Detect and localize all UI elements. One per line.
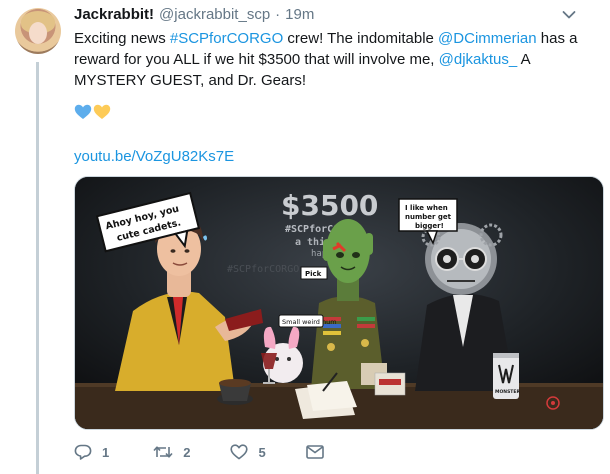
svg-text:I like when: I like when	[405, 204, 448, 212]
media-tag-faint: #SCPforCORGO	[227, 264, 299, 275]
blue-heart-icon	[74, 104, 92, 119]
direct-message-button[interactable]	[305, 445, 334, 459]
media-image[interactable]: $3500 #SCPforCORGO a thing will happen #…	[74, 176, 604, 430]
reply-button[interactable]: 1	[74, 444, 109, 460]
mention-link-dcimmerian[interactable]: @DCimmerian	[438, 30, 537, 47]
avatar[interactable]	[15, 8, 61, 54]
svg-text:number get: number get	[405, 213, 452, 221]
pick-label: Pick	[305, 270, 322, 278]
media-headline: $3500	[281, 189, 378, 222]
display-name[interactable]: Jackrabbit!	[74, 6, 154, 23]
heart-icon	[230, 444, 249, 460]
youtube-link[interactable]: youtu.be/VoZgU82Ks7E	[74, 148, 234, 165]
separator-dot: ·	[275, 6, 281, 23]
avatar-face	[29, 22, 47, 44]
yellow-heart-icon	[93, 104, 111, 119]
retweet-button[interactable]: 2	[153, 444, 190, 460]
teacup	[217, 379, 253, 405]
tweet-text-part: Exciting news	[74, 30, 170, 47]
tweet-header: Jackrabbit! @jackrabbit_scp · 19m	[74, 6, 314, 26]
timestamp[interactable]: 19m	[285, 6, 314, 23]
emoji-row	[74, 104, 111, 120]
retweet-icon	[153, 446, 173, 458]
energy-drink-can: MONSTER	[493, 353, 520, 399]
retweet-count: 2	[183, 444, 191, 460]
envelope-icon	[305, 445, 324, 459]
user-handle[interactable]: @jackrabbit_scp	[159, 6, 270, 23]
reply-icon	[74, 444, 92, 460]
hashtag-link[interactable]: #SCPforCORGO	[170, 30, 283, 47]
mention-link-djkaktus[interactable]: @djkaktus_	[439, 51, 518, 68]
speech-bubble-pick: Pick	[300, 266, 328, 280]
tweet-text: Exciting news #SCPforCORGO crew! The ind…	[74, 28, 594, 91]
like-count: 5	[258, 444, 266, 460]
reply-count: 1	[102, 444, 110, 460]
thread-line	[36, 62, 39, 474]
like-button[interactable]: 5	[230, 444, 266, 460]
small-bubble-label: Small weird hum	[282, 318, 337, 326]
tweet-text-part: crew! The indomitable	[283, 30, 439, 47]
chevron-down-icon[interactable]	[562, 10, 576, 20]
can-label: MONSTER	[495, 389, 520, 395]
svg-text:bigger!: bigger!	[415, 222, 444, 230]
media-illustration: $3500 #SCPforCORGO a thing will happen #…	[75, 177, 603, 429]
tweet-actions: 1 2 5	[74, 444, 374, 460]
